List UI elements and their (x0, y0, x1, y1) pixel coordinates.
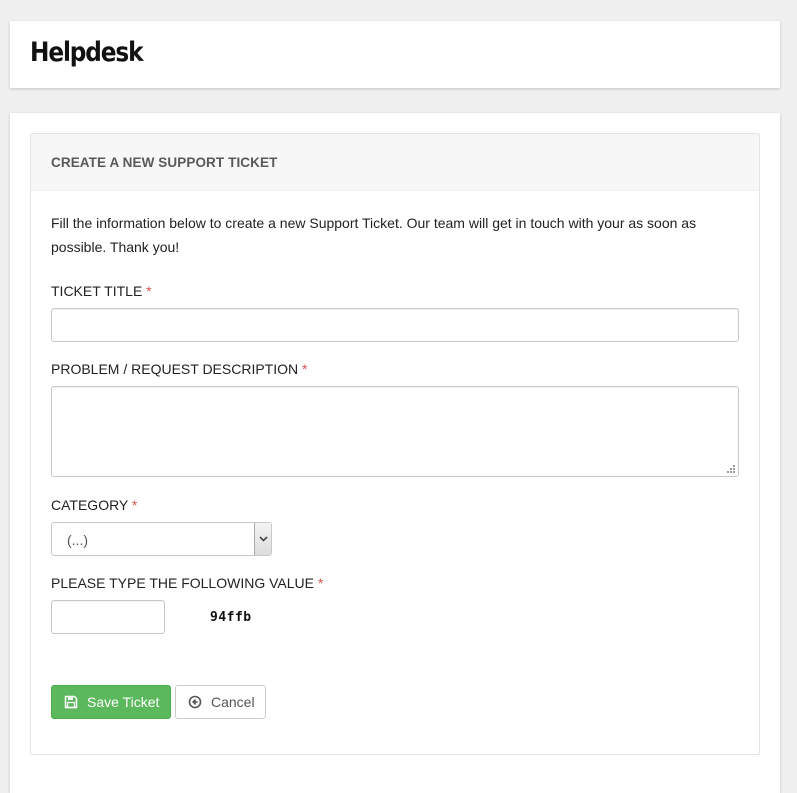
required-marker: * (302, 361, 308, 377)
captcha-input[interactable] (51, 600, 165, 634)
category-label: CATEGORY * (51, 497, 137, 513)
cancel-button[interactable]: Cancel (175, 685, 266, 719)
category-select[interactable]: (...) (51, 522, 272, 556)
save-button-label: Save Ticket (87, 694, 160, 710)
description-label: PROBLEM / REQUEST DESCRIPTION * (51, 361, 307, 377)
required-marker: * (146, 283, 152, 299)
ticket-form-panel: CREATE A NEW SUPPORT TICKET Fill the inf… (30, 133, 760, 755)
captcha-code: 94ffb (210, 610, 252, 625)
chevron-down-icon (258, 536, 268, 542)
required-marker: * (317, 575, 324, 591)
header: Helpdesk (10, 21, 780, 88)
form-heading: CREATE A NEW SUPPORT TICKET (51, 155, 278, 170)
app-brand: Helpdesk (30, 37, 144, 68)
panel-heading: CREATE A NEW SUPPORT TICKET (31, 134, 759, 191)
form-intro: Fill the information below to create a n… (51, 215, 697, 255)
description-textarea[interactable] (51, 386, 739, 477)
ticket-title-label: TICKET TITLE * (51, 283, 152, 299)
ticket-title-label-text: TICKET TITLE (51, 283, 143, 299)
required-marker: * (131, 497, 138, 513)
main-card: CREATE A NEW SUPPORT TICKET Fill the inf… (10, 113, 780, 793)
select-arrow-button[interactable] (254, 523, 271, 555)
captcha-label: PLEASE TYPE THE FOLLOWING VALUE * (51, 575, 323, 591)
save-ticket-button[interactable]: Save Ticket (51, 685, 171, 719)
description-label-text: PROBLEM / REQUEST DESCRIPTION (51, 361, 299, 377)
captcha-label-text: PLEASE TYPE THE FOLLOWING VALUE (51, 575, 314, 591)
floppy-disk-icon (64, 695, 78, 709)
circle-arrow-left-icon (188, 695, 202, 709)
cancel-button-label: Cancel (211, 694, 255, 710)
resize-grip-icon[interactable] (727, 465, 736, 474)
category-selected-value: (...) (67, 532, 88, 548)
category-label-text: CATEGORY (51, 497, 129, 513)
ticket-title-input[interactable] (51, 308, 739, 342)
